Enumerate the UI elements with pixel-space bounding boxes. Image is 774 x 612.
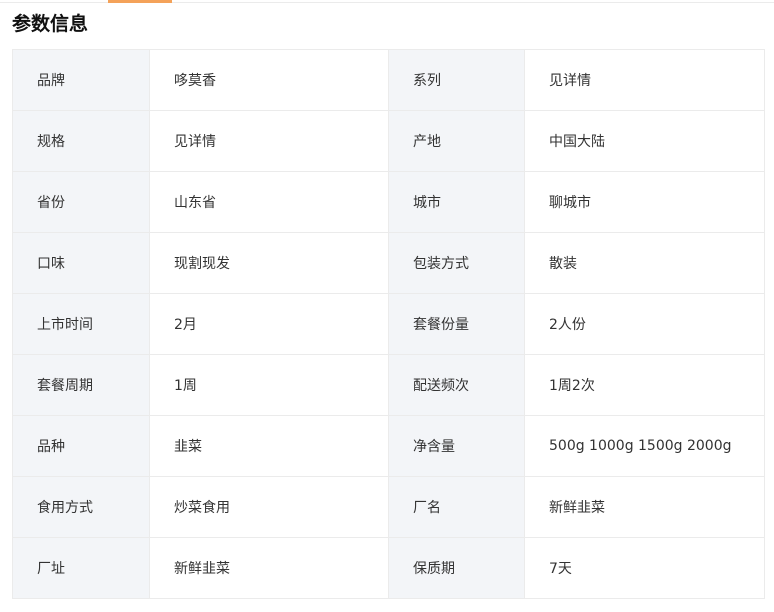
table-row: 套餐周期 1周 配送频次 1周2次 (12, 354, 765, 416)
param-key: 品牌 (12, 49, 150, 111)
param-value: 1周2次 (524, 354, 765, 416)
table-row: 品牌 哆莫香 系列 见详情 (12, 49, 765, 111)
table-row: 上市时间 2月 套餐份量 2人份 (12, 293, 765, 355)
param-value: 山东省 (149, 171, 389, 233)
param-key: 配送频次 (388, 354, 525, 416)
param-value: 1周 (149, 354, 389, 416)
section-title: 参数信息 (12, 13, 89, 35)
param-key: 包装方式 (388, 232, 525, 294)
param-value: 新鲜韭菜 (524, 476, 765, 538)
param-key: 套餐周期 (12, 354, 150, 416)
param-key: 城市 (388, 171, 525, 233)
param-value: 7天 (524, 537, 765, 599)
param-key: 保质期 (388, 537, 525, 599)
param-value: 见详情 (524, 49, 765, 111)
table-row: 省份 山东省 城市 聊城市 (12, 171, 765, 233)
table-row: 品种 韭菜 净含量 500g 1000g 1500g 2000g (12, 415, 765, 477)
active-tab-indicator (108, 0, 172, 3)
param-key: 系列 (388, 49, 525, 111)
param-value: 2人份 (524, 293, 765, 355)
param-value: 新鲜韭菜 (149, 537, 389, 599)
param-value: 500g 1000g 1500g 2000g (524, 415, 765, 477)
param-key: 产地 (388, 110, 525, 172)
param-key: 上市时间 (12, 293, 150, 355)
param-key: 品种 (12, 415, 150, 477)
param-key: 套餐份量 (388, 293, 525, 355)
param-key: 净含量 (388, 415, 525, 477)
param-value: 2月 (149, 293, 389, 355)
param-value: 韭菜 (149, 415, 389, 477)
param-key: 厂址 (12, 537, 150, 599)
table-row: 规格 见详情 产地 中国大陆 (12, 110, 765, 172)
param-key: 省份 (12, 171, 150, 233)
parameters-table: 品牌 哆莫香 系列 见详情 规格 见详情 产地 中国大陆 省份 山东省 城市 聊… (12, 49, 765, 599)
param-value: 散装 (524, 232, 765, 294)
param-value: 见详情 (149, 110, 389, 172)
param-value: 中国大陆 (524, 110, 765, 172)
table-row: 厂址 新鲜韭菜 保质期 7天 (12, 537, 765, 599)
param-value: 聊城市 (524, 171, 765, 233)
param-value: 炒菜食用 (149, 476, 389, 538)
table-row: 口味 现割现发 包装方式 散装 (12, 232, 765, 294)
param-key: 规格 (12, 110, 150, 172)
param-key: 食用方式 (12, 476, 150, 538)
param-value: 哆莫香 (149, 49, 389, 111)
param-key: 厂名 (388, 476, 525, 538)
product-parameters-page: 参数信息 品牌 哆莫香 系列 见详情 规格 见详情 产地 中国大陆 省份 山东省… (0, 0, 774, 612)
param-key: 口味 (12, 232, 150, 294)
param-value: 现割现发 (149, 232, 389, 294)
table-row: 食用方式 炒菜食用 厂名 新鲜韭菜 (12, 476, 765, 538)
